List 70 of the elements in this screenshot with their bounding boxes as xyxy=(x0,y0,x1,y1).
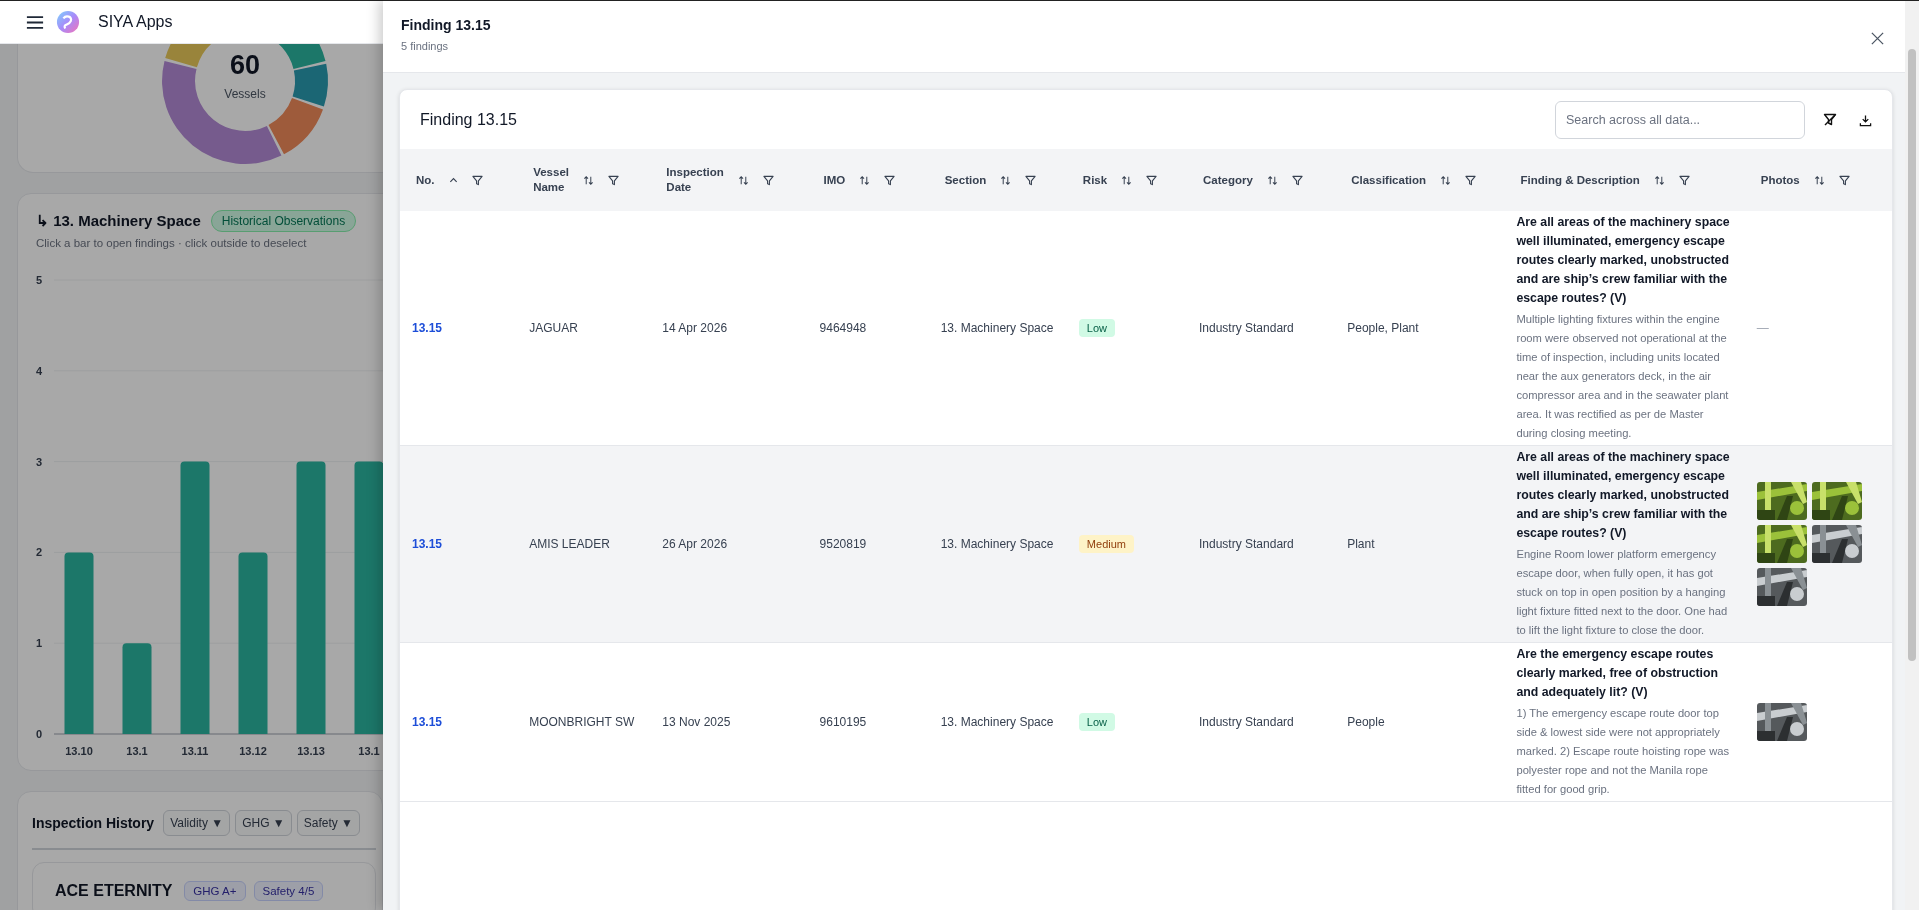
axis-label: 13.11 xyxy=(181,745,209,757)
risk-badge: Medium xyxy=(1078,535,1134,553)
finding-description: 1) The emergency escape route door top side & lowest side were not appropriately marked. 2) Escape route hoisting rope was polyester rope and not the Manila rope fitted for good grip. xyxy=(1516,706,1731,797)
table-cell: 26 Apr 2026 xyxy=(662,537,728,551)
finding-description: Multiple lighting fixtures within the engine room were observed not operational at the time of inspection, including units located near the aux generators deck, in the air compressor area and in the seawater plant area. It was rectified as per de Master during closing meeting. xyxy=(1516,312,1730,441)
table-cell: 14 Apr 2026 xyxy=(662,321,728,335)
app-title: SIYA Apps xyxy=(98,13,173,31)
table-title: Finding 13.15 xyxy=(420,111,517,129)
table-cell: JAGUAR xyxy=(529,321,578,335)
finding-link[interactable]: 13.15 xyxy=(412,537,443,551)
axis-label: 2 xyxy=(36,546,43,559)
finding-question: Are all areas of the machinery space well illuminated, emergency escape routes clearly marked, unobstructed and are ship’s crew familiar with the escape routes? (V) xyxy=(1516,449,1731,542)
axis-label: 13.10 xyxy=(65,745,93,757)
column-header[interactable]: Section xyxy=(928,149,1067,211)
vessel-count: 60 xyxy=(230,50,260,80)
column-header[interactable]: Photos xyxy=(1744,149,1892,211)
findings-count: 5 findings xyxy=(401,40,450,52)
search-field[interactable]: Search across all data... xyxy=(1555,101,1805,139)
table-cell: Industry Standard xyxy=(1199,321,1294,335)
section-title: Inspection History xyxy=(32,815,155,831)
column-header[interactable]: Vessel Name xyxy=(517,149,651,211)
table-cell: Plant xyxy=(1347,537,1375,551)
column-header[interactable]: Inspection Date xyxy=(650,149,808,211)
table-cell: 9610195 xyxy=(819,715,867,729)
filter-dropdown[interactable]: Safety ▼ xyxy=(296,810,360,836)
rating-badge: GHG A+ xyxy=(184,881,246,901)
vessel-name: ACE ETERNITY xyxy=(55,882,173,900)
axis-label: 13.12 xyxy=(239,745,267,757)
table-cell: Industry Standard xyxy=(1199,715,1294,729)
table-cell: AMIS LEADER xyxy=(529,537,610,551)
axis-label: 5 xyxy=(36,274,43,286)
axis-label: 0 xyxy=(36,728,43,740)
filter-dropdown[interactable]: Validity ▼ xyxy=(163,810,231,836)
axis-label: 1 xyxy=(36,637,43,650)
table-cell: MOONBRIGHT SW xyxy=(529,715,635,729)
table-cell: 13. Machinery Space xyxy=(940,537,1054,551)
finding-question: Are all areas of the machinery space well illuminated, emergency escape routes clearly marked, unobstructed and are ship’s crew familiar with the escape routes? (V) xyxy=(1516,214,1731,307)
chart-hint: Click a bar to open findings · click outside to deselect xyxy=(35,237,308,249)
risk-badge: Low xyxy=(1078,713,1116,731)
column-header[interactable]: Classification xyxy=(1335,149,1505,211)
section-title: ↳ 13. Machinery Space xyxy=(36,212,201,230)
filter-dropdown[interactable]: GHG ▼ xyxy=(235,810,292,836)
axis-label: 13.13 xyxy=(297,745,325,757)
table-cell: 13. Machinery Space xyxy=(940,715,1054,729)
axis-label: 3 xyxy=(36,455,43,468)
table-cell: Industry Standard xyxy=(1199,537,1294,551)
table-cell: People xyxy=(1347,715,1385,729)
finding-link[interactable]: 13.15 xyxy=(412,715,443,729)
column-header[interactable]: Risk xyxy=(1066,149,1187,211)
risk-badge: Low xyxy=(1078,319,1116,337)
panel-title: Finding 13.15 xyxy=(401,17,491,33)
rating-badge: Safety 4/5 xyxy=(253,881,324,901)
axis-label: 13.1 xyxy=(126,745,148,757)
column-header[interactable]: Finding & Description xyxy=(1504,149,1745,211)
finding-link[interactable]: 13.15 xyxy=(412,321,443,335)
empty-photos: — xyxy=(1756,321,1769,335)
table-cell: 13 Nov 2025 xyxy=(662,715,731,729)
finding-description: Engine Room lower platform emergency escape door, when fully open, it has got stuck on top in open position by a hanging light fixture fitted next to the door. One had to lift the light fixture to close the door. xyxy=(1516,547,1729,638)
table-cell: 9464948 xyxy=(819,321,867,335)
axis-label: 13.1 xyxy=(358,745,380,757)
finding-question: Are the emergency escape routes clearly marked, free of obstruction and adequately lit? (V) xyxy=(1516,646,1720,701)
column-header[interactable]: Category xyxy=(1187,149,1336,211)
status-badge: Historical Observations xyxy=(210,210,357,232)
column-header[interactable]: IMO xyxy=(807,149,929,211)
axis-label: 4 xyxy=(36,364,43,377)
column-header[interactable]: No. xyxy=(400,149,518,211)
table-cell: 9520819 xyxy=(819,537,867,551)
table-cell: People, Plant xyxy=(1347,321,1419,335)
count-caption: Vessels xyxy=(224,87,266,101)
table-cell: 13. Machinery Space xyxy=(940,321,1054,335)
